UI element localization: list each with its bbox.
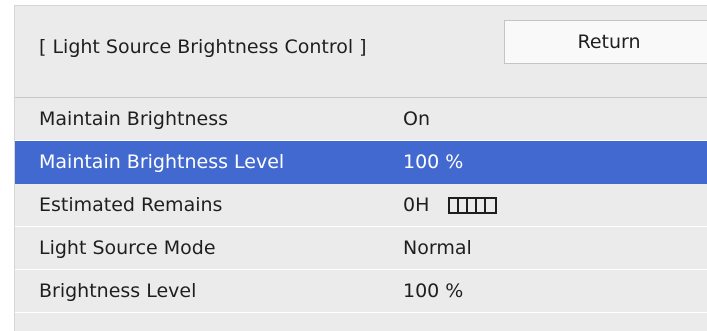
menu-row-label: Estimated Remains (39, 194, 223, 216)
menu-row-estimated-remains[interactable]: Estimated Remains 0H (15, 184, 707, 227)
menu-row-label: Maintain Brightness (39, 108, 229, 130)
gauge-segment (450, 198, 460, 212)
menu-row-value: 100 % (403, 280, 463, 302)
menu-row-light-source-mode[interactable]: Light Source Mode Normal (15, 227, 707, 270)
page-title: [ Light Source Brightness Control ] (39, 36, 367, 58)
menu-row-label: Light Source Mode (39, 237, 216, 259)
panel-header: [ Light Source Brightness Control ] Retu… (15, 6, 707, 97)
menu-row-maintain-brightness-level[interactable]: Maintain Brightness Level 100 % (15, 141, 707, 184)
menu-row-value-text: Normal (403, 237, 472, 259)
menu-row-label: Brightness Level (39, 280, 197, 302)
menu-row-value-text: 100 % (403, 151, 464, 173)
menu-list: Maintain Brightness On Maintain Brightne… (15, 98, 707, 313)
menu-row-value: 0H (403, 194, 498, 216)
settings-panel: [ Light Source Brightness Control ] Retu… (14, 5, 707, 331)
gauge-segment (459, 198, 469, 212)
return-button[interactable]: Return (504, 20, 707, 64)
gauge-segment (477, 198, 487, 212)
menu-row-brightness-level[interactable]: Brightness Level 100 % (15, 270, 707, 313)
menu-row-value-text: 0H (403, 194, 430, 216)
menu-row-value: Normal (403, 237, 472, 259)
remaining-gauge-icon (448, 196, 498, 214)
menu-row-value-text: 100 % (403, 280, 464, 302)
menu-row-label: Maintain Brightness Level (39, 151, 285, 173)
menu-row-value: On (403, 108, 430, 130)
gauge-segment (468, 198, 478, 212)
menu-row-value: 100 % (403, 151, 463, 173)
menu-row-value-text: On (403, 108, 430, 130)
menu-row-maintain-brightness[interactable]: Maintain Brightness On (15, 98, 707, 141)
gauge-segment (486, 199, 495, 212)
